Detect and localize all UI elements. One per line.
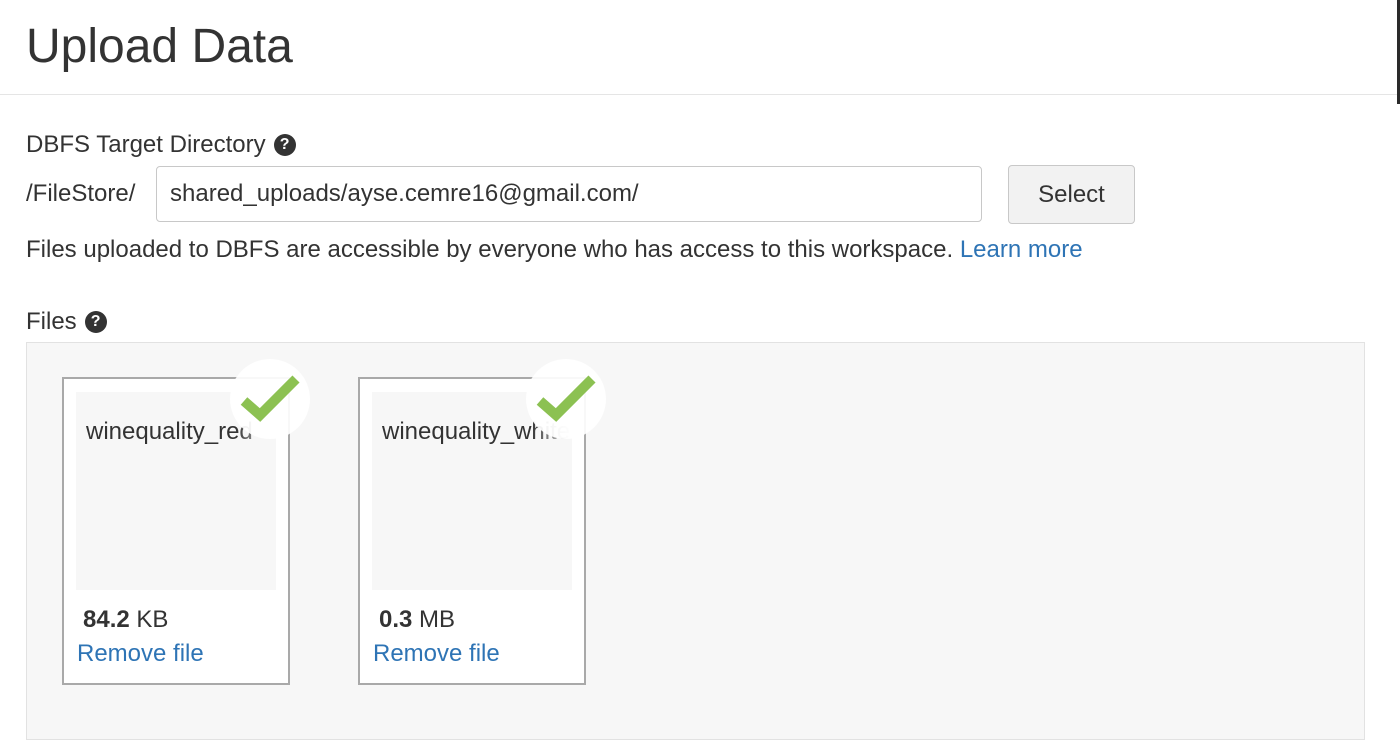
dbfs-info-text: Files uploaded to DBFS are accessible by… [26,236,1083,264]
file-card: winequality_red 84.2 KB Remove file [62,359,310,685]
upload-data-page: Upload Data DBFS Target Directory ? /Fil… [0,0,1400,744]
file-size-value: 84.2 [83,606,130,633]
target-directory-label-text: DBFS Target Directory [26,131,266,158]
file-name: winequality_red [86,418,253,445]
remove-file-link[interactable]: Remove file [373,640,500,668]
remove-file-link[interactable]: Remove file [77,640,204,668]
question-circle-icon[interactable]: ? [273,134,296,156]
target-directory-label: DBFS Target Directory ? [26,131,296,159]
file-card: winequality_white 0.3 MB Remove file [358,359,606,685]
select-button[interactable]: Select [1008,165,1135,224]
file-size-value: 0.3 [379,606,413,633]
directory-prefix: /FileStore/ [26,180,136,207]
dbfs-info-message: Files uploaded to DBFS are accessible by… [26,236,954,263]
file-size-unit: KB [136,606,169,633]
file-size-unit: MB [419,606,456,633]
file-size: 0.3 MB [379,606,455,634]
files-label-text: Files [26,308,77,335]
page-header: Upload Data [0,0,1397,95]
question-circle-icon[interactable]: ? [84,311,107,333]
checkmark-icon [526,359,606,439]
checkmark-icon [230,359,310,439]
learn-more-link[interactable]: Learn more [960,236,1083,263]
files-label: Files ? [26,308,107,336]
file-size: 84.2 KB [83,606,168,634]
target-directory-input[interactable] [156,166,982,222]
page-title: Upload Data [26,20,293,73]
